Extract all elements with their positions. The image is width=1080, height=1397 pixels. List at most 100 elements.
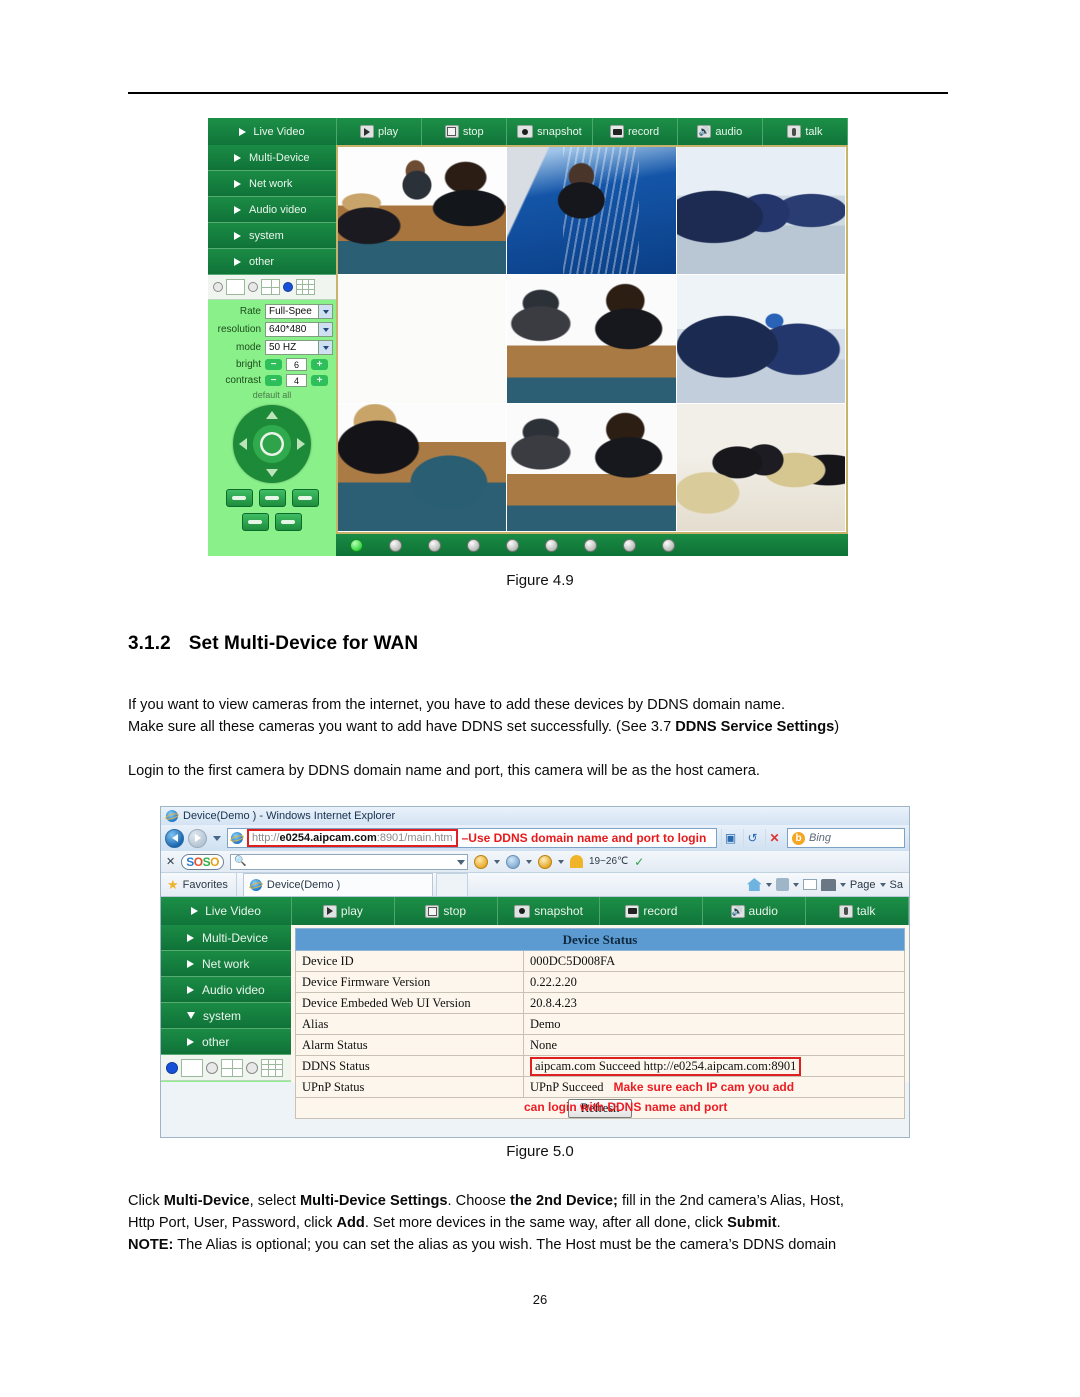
favorites-button[interactable]: ★ Favorites (165, 873, 237, 896)
view-mode-single-radio[interactable] (213, 282, 223, 292)
sidebar-item-other[interactable]: other (161, 1029, 291, 1055)
safety-menu-label[interactable]: Sa (890, 879, 903, 891)
row-key: UPnP Status (295, 1076, 524, 1098)
ptz-center-button[interactable] (260, 432, 284, 456)
mode-select[interactable]: 50 HZ (265, 340, 333, 355)
triangle-right-icon (239, 127, 247, 136)
video-cell[interactable] (338, 403, 508, 532)
toolbar-snapshot-button[interactable]: snapshot (507, 118, 593, 145)
screenshot-toolbar-icon[interactable] (505, 854, 520, 869)
view-mode-quad-radio[interactable] (206, 1061, 218, 1074)
sidebar-item-system[interactable]: system (208, 223, 336, 249)
mail-icon[interactable] (802, 879, 817, 890)
home-icon[interactable] (746, 878, 762, 891)
view-mode-nine-radio[interactable] (283, 282, 293, 292)
view-mode-nine-radio[interactable] (246, 1061, 258, 1074)
video-cell[interactable] (676, 275, 846, 404)
recent-pages-dropdown-icon[interactable] (213, 835, 221, 841)
grid-1-icon[interactable] (181, 1058, 203, 1077)
toolbar-play-button[interactable]: play (337, 118, 423, 145)
io-button[interactable] (258, 489, 286, 507)
ptz-right-arrow-icon[interactable] (297, 438, 305, 450)
bright-increase-button[interactable]: + (311, 359, 328, 370)
toolbar-live-video[interactable]: Live Video (208, 118, 337, 145)
toolbar-record-button[interactable]: record (600, 897, 704, 925)
resolution-select[interactable]: 640*480 (265, 322, 333, 337)
video-cell[interactable] (338, 275, 508, 404)
forward-button[interactable] (188, 828, 207, 848)
ptz-joystick[interactable] (233, 405, 311, 483)
close-toolbar-icon[interactable]: ✕ (166, 855, 175, 868)
video-cell[interactable] (676, 403, 846, 532)
contrast-increase-button[interactable]: + (311, 375, 328, 386)
video-cell[interactable] (338, 147, 508, 276)
chevron-down-icon[interactable] (493, 859, 500, 864)
chevron-down-icon[interactable] (839, 882, 846, 887)
compatibility-view-icon[interactable]: ▣ (721, 829, 739, 847)
toolbar-audio-button[interactable]: audio (677, 118, 763, 145)
toolbar-stop-button[interactable]: stop (394, 897, 498, 925)
soso-search-input[interactable]: 🔍 (229, 853, 468, 870)
grid-4-icon[interactable] (221, 1058, 243, 1077)
favorites-toolbar-icon[interactable] (473, 854, 488, 869)
ptz-up-arrow-icon[interactable] (266, 411, 278, 419)
cleaner-toolbar-icon[interactable]: ✓ (634, 855, 644, 869)
page-menu-label[interactable]: Page (850, 879, 876, 891)
video-cell[interactable] (676, 147, 846, 276)
refresh-icon[interactable]: ↺ (743, 829, 761, 847)
chevron-down-icon[interactable] (879, 882, 886, 887)
toolbar-snapshot-button[interactable]: snapshot (497, 897, 601, 925)
sidebar-item-other[interactable]: other (208, 249, 336, 275)
address-bar[interactable]: http://e0254.aipcam.com:8901/main.htm –U… (227, 828, 717, 848)
sidebar-item-network[interactable]: Net work (208, 171, 336, 197)
toolbar-play-button[interactable]: play (292, 897, 395, 925)
toolbar-live-video[interactable]: Live Video (161, 897, 292, 925)
video-cell[interactable] (507, 275, 677, 404)
toolbar-stop-button[interactable]: stop (422, 118, 508, 145)
browser-tab[interactable]: Device(Demo ) (242, 873, 433, 896)
ptz-down-arrow-icon[interactable] (266, 469, 278, 477)
grid-9-icon[interactable] (296, 279, 315, 295)
back-button[interactable] (165, 828, 184, 848)
io-button[interactable] (291, 489, 319, 507)
sidebar-item-network[interactable]: Net work (161, 951, 291, 977)
chevron-down-icon[interactable] (792, 882, 799, 887)
chevron-down-icon (318, 341, 332, 354)
io-button[interactable] (242, 513, 269, 531)
toolbar-audio-button[interactable]: audio (703, 897, 807, 925)
bright-decrease-button[interactable]: − (265, 359, 282, 370)
ptz-left-arrow-icon[interactable] (239, 438, 247, 450)
browser-search-input[interactable]: b Bing (787, 828, 905, 848)
new-tab-button[interactable] (435, 873, 468, 896)
video-cell[interactable] (507, 403, 677, 532)
sidebar-item-system[interactable]: system (161, 1003, 291, 1029)
grid-4-icon[interactable] (261, 279, 280, 295)
io-button[interactable] (225, 489, 253, 507)
sidebar-item-multi-device[interactable]: Multi-Device (208, 145, 336, 171)
chevron-down-icon[interactable] (456, 859, 465, 865)
toolbar-record-button[interactable]: record (592, 118, 678, 145)
feeds-icon[interactable] (775, 878, 789, 891)
chevron-down-icon[interactable] (557, 859, 564, 864)
default-all-link[interactable]: default all (211, 390, 333, 400)
video-cell[interactable] (507, 147, 677, 276)
bright-value[interactable]: 6 (286, 358, 307, 371)
contrast-value[interactable]: 4 (286, 374, 307, 387)
sidebar-item-multi-device[interactable]: Multi-Device (161, 925, 291, 951)
grid-9-icon[interactable] (261, 1058, 283, 1077)
stop-loading-icon[interactable]: ✕ (765, 829, 783, 847)
chevron-down-icon[interactable] (525, 859, 532, 864)
view-mode-single-radio[interactable] (166, 1061, 178, 1074)
toolbar-talk-button[interactable]: talk (806, 897, 909, 925)
io-button[interactable] (275, 513, 302, 531)
grid-1-icon[interactable] (226, 279, 245, 295)
sidebar-item-audio-video[interactable]: Audio video (161, 977, 291, 1003)
sidebar-item-audio-video[interactable]: Audio video (208, 197, 336, 223)
rate-select[interactable]: Full-Spee (265, 304, 333, 319)
print-icon[interactable] (820, 878, 836, 891)
chevron-down-icon[interactable] (765, 882, 772, 887)
view-mode-quad-radio[interactable] (248, 282, 258, 292)
toolbar-talk-button[interactable]: talk (762, 118, 849, 145)
contrast-decrease-button[interactable]: − (265, 375, 282, 386)
help-toolbar-icon[interactable] (537, 854, 552, 869)
